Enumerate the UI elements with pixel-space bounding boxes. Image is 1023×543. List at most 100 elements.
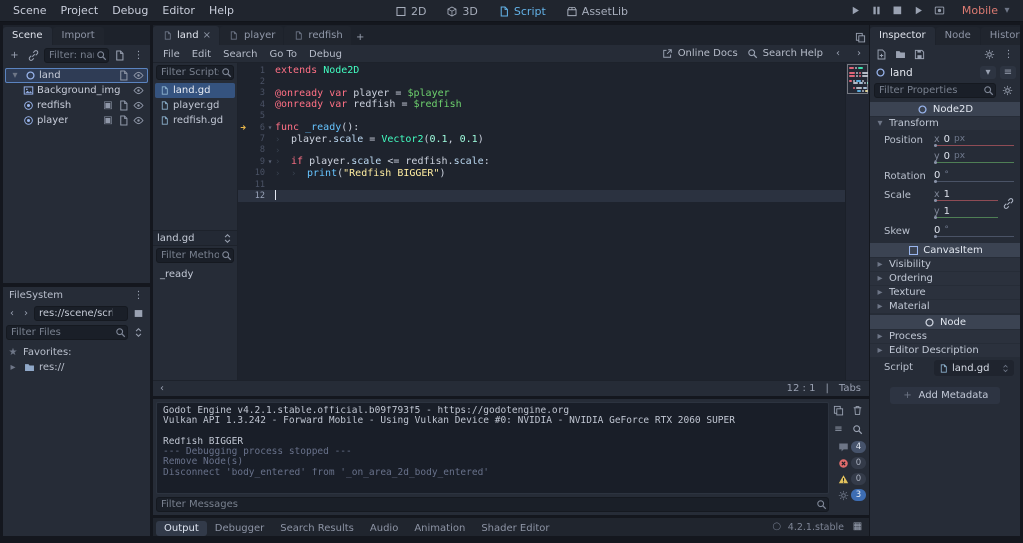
menu-help[interactable]: Help — [202, 3, 241, 18]
collapse-duplicates-button[interactable]: ≡ — [830, 422, 847, 437]
section-process[interactable]: ▸Process — [870, 330, 1020, 343]
workspace-script-button[interactable]: Script — [491, 4, 553, 19]
scene-dock-menu-button[interactable]: ⋮ — [130, 48, 147, 63]
script-menu-go-to[interactable]: Go To — [263, 49, 303, 60]
favorites-item[interactable]: ★Favorites: — [7, 345, 146, 360]
code-line-6[interactable]: 6▾func _ready(): — [238, 122, 845, 133]
online-docs-button[interactable]: Online Docs — [662, 48, 738, 60]
workspace-assetlib-button[interactable]: AssetLib — [559, 4, 635, 19]
minimap-grabber[interactable] — [847, 64, 868, 94]
fold-arrow-icon[interactable]: ▾ — [265, 123, 275, 132]
pause-button[interactable] — [868, 3, 885, 18]
section-material[interactable]: ▸Material — [870, 300, 1020, 313]
code-line-3[interactable]: 3@onready var player = $player — [238, 88, 845, 99]
play-scene-button[interactable] — [910, 3, 927, 18]
fs-path-input[interactable] — [34, 306, 128, 321]
inspector-tab-inspector[interactable]: Inspector — [870, 27, 935, 45]
method-item-ready[interactable]: _ready — [157, 267, 233, 282]
clear-output-button[interactable] — [849, 403, 866, 418]
indent-mode-indicator[interactable]: Tabs — [839, 383, 861, 394]
filter-errors-button[interactable]: 0 — [837, 457, 866, 469]
add-node-button[interactable]: + — [6, 48, 23, 63]
search-output-button[interactable] — [849, 422, 866, 437]
scale-x-field[interactable]: x1 — [934, 188, 998, 201]
make-floating-button[interactable] — [852, 30, 869, 45]
filter-messages-input[interactable] — [156, 497, 829, 512]
workspace-2d-button[interactable]: 2D — [388, 4, 433, 19]
code-editor[interactable]: 1extends Node2D23@onready var player = $… — [238, 63, 869, 380]
minimap[interactable] — [845, 63, 869, 380]
collapse-scripts-panel-button[interactable]: ‹ — [156, 381, 168, 396]
code-line-8[interactable]: 8› — [238, 145, 845, 156]
play-button[interactable] — [847, 3, 864, 18]
bottom-tab-debugger[interactable]: Debugger — [207, 521, 273, 536]
new-script-tab-button[interactable]: + — [352, 30, 369, 45]
bottom-tab-output[interactable]: Output — [156, 521, 207, 536]
script-menu-search[interactable]: Search — [217, 49, 263, 60]
bottom-tab-search-results[interactable]: Search Results — [272, 521, 362, 536]
renderer-select[interactable]: Mobile▾ — [962, 4, 1017, 17]
method-sort-button[interactable] — [221, 231, 233, 246]
script-menu-edit[interactable]: Edit — [186, 49, 217, 60]
menu-project[interactable]: Project — [54, 3, 106, 18]
instance-scene-button[interactable] — [25, 48, 42, 63]
section-ordering[interactable]: ▸Ordering — [870, 272, 1020, 285]
bottom-tab-audio[interactable]: Audio — [362, 521, 406, 536]
skew-field[interactable]: 0° — [934, 224, 1014, 237]
rotation-field[interactable]: 0° — [934, 169, 1014, 182]
script-menu-file[interactable]: File — [157, 49, 186, 60]
code-line-9[interactable]: 9▾›if player.scale <= redfish.scale: — [238, 156, 845, 167]
menu-debug[interactable]: Debug — [105, 3, 155, 18]
save-resource-button[interactable] — [911, 47, 928, 62]
filter-editor-button[interactable]: 3 — [837, 489, 866, 501]
section-texture[interactable]: ▸Texture — [870, 286, 1020, 299]
fs-back-button[interactable]: ‹ — [6, 306, 18, 321]
bottom-tab-animation[interactable]: Animation — [406, 521, 473, 536]
scene-dock-tab-scene[interactable]: Scene — [3, 27, 52, 45]
script-tab-player[interactable]: player — [220, 26, 283, 45]
expand-bottom-panel-button[interactable]: ▦ — [849, 520, 866, 535]
script-item-player-gd[interactable]: player.gd — [155, 98, 235, 113]
filter-messages-button[interactable]: 4 — [837, 441, 866, 453]
fs-sort-button[interactable] — [130, 325, 147, 340]
inspector-tab-node[interactable]: Node — [936, 27, 980, 45]
fs-filter-input[interactable] — [6, 325, 128, 340]
inspector-filter-input[interactable] — [874, 83, 996, 98]
code-line-10[interactable]: 10››print("Redfish BIGGER") — [238, 168, 845, 179]
stop-button[interactable]: ■ — [889, 3, 906, 18]
section-editor-description[interactable]: ▸Editor Description — [870, 344, 1020, 357]
code-line-7[interactable]: 7›player.scale = Vector2(0.1, 0.1) — [238, 133, 845, 144]
search-help-button[interactable]: Search Help — [747, 48, 823, 60]
script-resource-field[interactable]: land.gd — [934, 360, 1014, 376]
section-transform[interactable]: ▾Transform — [870, 117, 1020, 130]
scene-dock-tab-import[interactable]: Import — [53, 27, 104, 45]
scene-node-land[interactable]: ▾land — [5, 68, 148, 83]
code-line-4[interactable]: 4@onready var redfish = $redfish — [238, 99, 845, 110]
menu-editor[interactable]: Editor — [155, 3, 202, 18]
new-resource-button[interactable] — [873, 47, 890, 62]
script-menu-debug[interactable]: Debug — [303, 49, 348, 60]
fold-arrow-icon[interactable]: ▾ — [265, 157, 275, 166]
code-line-2[interactable]: 2 — [238, 76, 845, 87]
copy-output-button[interactable] — [830, 403, 847, 418]
toggle-split-mode-button[interactable] — [130, 306, 147, 321]
extra-options-button[interactable]: ≡ — [1000, 66, 1016, 79]
workspace-3d-button[interactable]: 3D — [439, 4, 484, 19]
add-metadata-button[interactable]: + Add Metadata — [890, 387, 1001, 404]
fs-forward-button[interactable]: › — [20, 306, 32, 321]
manage-properties-button[interactable] — [999, 83, 1016, 98]
load-resource-button[interactable] — [892, 47, 909, 62]
filesystem-menu-button[interactable]: ⋮ — [130, 288, 147, 303]
section-visibility[interactable]: ▸Visibility — [870, 258, 1020, 271]
scale-y-field[interactable]: y1 — [934, 205, 998, 218]
object-menu-button[interactable]: ⋮ — [1000, 47, 1017, 62]
menu-scene[interactable]: Scene — [6, 3, 54, 18]
scene-node-redfish[interactable]: redfish▣ — [5, 98, 148, 113]
code-line-12[interactable]: 12 — [238, 190, 845, 201]
script-history-back-button[interactable]: ‹ — [832, 46, 844, 61]
position-x-field[interactable]: x0px — [934, 133, 1014, 146]
script-history-forward-button[interactable]: › — [853, 46, 865, 61]
script-tab-land[interactable]: land× — [153, 26, 219, 45]
position-y-field[interactable]: y0px — [934, 150, 1014, 163]
line-col-indicator[interactable]: 12 : 1 — [787, 383, 816, 394]
